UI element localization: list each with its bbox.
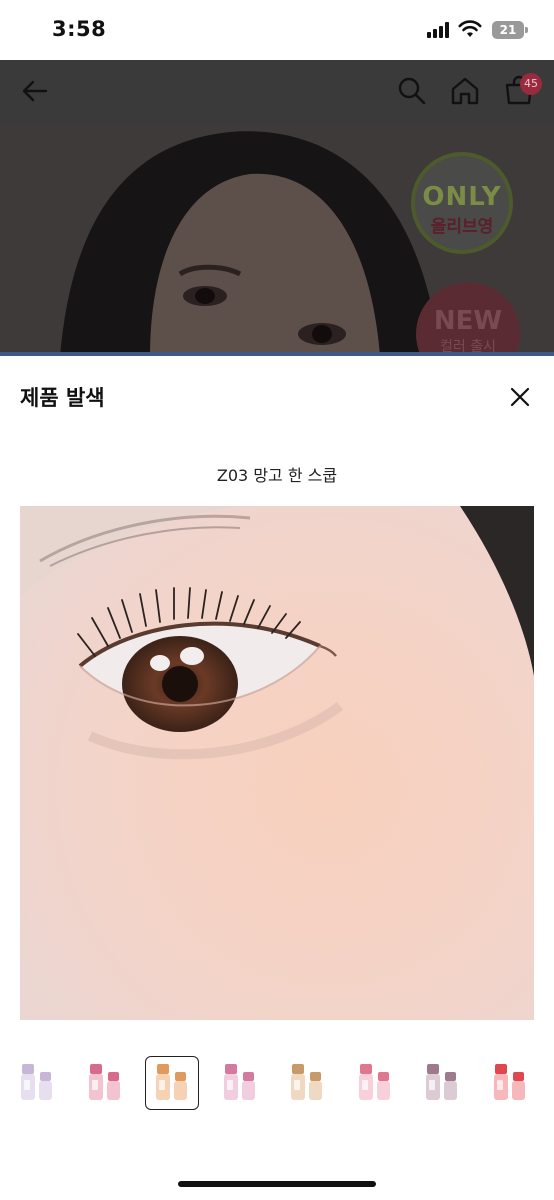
shade-thumbnail[interactable] <box>212 1056 267 1110</box>
only-oliveyoung-badge: ONLY 올리브영 <box>411 152 513 254</box>
shade-thumbnail[interactable] <box>415 1056 469 1110</box>
home-icon[interactable] <box>448 74 482 108</box>
cart-count-badge: 45 <box>520 73 542 95</box>
shade-thumbnail[interactable] <box>77 1056 132 1110</box>
tint-bottle-icon <box>358 1064 390 1100</box>
signal-icon <box>427 22 453 38</box>
app-header <box>0 60 554 124</box>
badge-new-text: NEW <box>433 306 503 336</box>
shade-thumbnail[interactable] <box>280 1056 334 1110</box>
sheet-title: 제품 발색 <box>20 386 105 410</box>
status-time: 3:58 <box>52 17 107 41</box>
badge-only-text: ONLY <box>422 182 502 212</box>
shade-thumbnail[interactable] <box>145 1056 199 1110</box>
shade-thumbnail[interactable] <box>10 1056 64 1110</box>
tint-bottle-icon <box>291 1064 322 1100</box>
wifi-icon <box>458 20 482 37</box>
battery-tip <box>525 27 528 33</box>
tint-bottle-icon <box>493 1064 525 1100</box>
close-icon[interactable] <box>505 382 535 412</box>
swatch-photo <box>20 506 534 1020</box>
back-arrow-icon[interactable] <box>18 74 52 108</box>
shade-thumbnail[interactable] <box>347 1056 402 1110</box>
shade-thumbnail[interactable] <box>482 1056 537 1110</box>
tint-bottle-icon <box>426 1064 457 1100</box>
shade-name: Z03 망고 한 스쿱 <box>216 466 338 485</box>
eye-swatch-image <box>20 506 534 1020</box>
battery-icon: 21 <box>492 21 524 39</box>
tint-bottle-icon <box>21 1064 52 1100</box>
shade-thumbnail-list <box>10 1056 544 1120</box>
color-swatch-sheet: 제품 발색 Z03 망고 한 스쿱 <box>0 356 554 1200</box>
tint-bottle-icon <box>88 1064 120 1100</box>
search-icon[interactable] <box>395 74 429 108</box>
home-indicator <box>178 1181 376 1187</box>
badge-oliveyoung-text: 올리브영 <box>430 217 494 237</box>
tint-bottle-icon <box>156 1064 187 1100</box>
status-bar: 3:58 21 <box>0 0 554 60</box>
tint-bottle-icon <box>223 1064 255 1100</box>
